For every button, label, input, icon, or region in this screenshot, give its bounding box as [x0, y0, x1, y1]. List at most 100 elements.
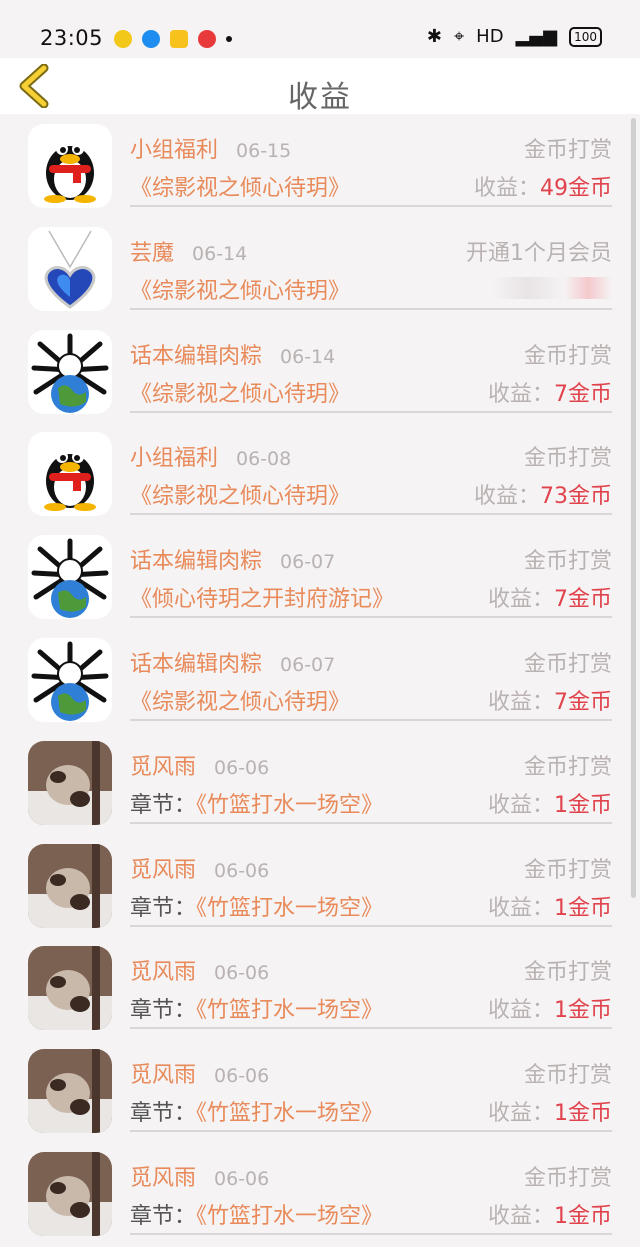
earnings-label: 收益： — [487, 998, 554, 1024]
earnings-label: 收益： — [473, 176, 540, 201]
earnings-label: 收益： — [487, 792, 554, 818]
earning-row[interactable]: 话本编辑肉粽 06-07 金币打赏 《倾心待玥之开封府游记》 收益：7金币 — [0, 527, 640, 630]
blurred-earnings — [492, 276, 612, 299]
status-bar: 23:05 ✱ ⌖ HD ▂▄▆ 100 — [0, 0, 640, 58]
book-title-text: 《竹篮打水一场空》 — [196, 1203, 384, 1229]
book-title[interactable]: 章节：《竹篮打水一场空》 — [130, 1198, 383, 1230]
earnings-label: 收益： — [487, 895, 554, 921]
date: 06-06 — [214, 859, 270, 882]
avatar[interactable] — [28, 637, 112, 722]
avatar[interactable] — [28, 226, 112, 311]
notification-app-icon — [114, 30, 132, 48]
avatar[interactable] — [28, 1151, 112, 1236]
avatar[interactable] — [28, 535, 112, 620]
book-title-text: 《竹篮打水一场空》 — [196, 998, 384, 1024]
avatar[interactable] — [28, 946, 112, 1031]
transaction-type: 金币打赏 — [523, 857, 612, 883]
avatar[interactable] — [28, 740, 112, 825]
book-title-text: 《综影视之倾心待玥》 — [130, 381, 351, 407]
book-title[interactable]: 章节：《竹篮打水一场空》 — [130, 992, 383, 1024]
more-notifications-icon — [226, 36, 232, 42]
earnings: 收益：73金币 — [474, 478, 612, 510]
earnings-label: 收益： — [487, 381, 554, 407]
earnings-list[interactable]: 小组福利 06-15 金币打赏 《综影视之倾心待玥》 收益：49金币 芸魔 06-1… — [0, 116, 640, 1247]
date: 06-15 — [236, 140, 292, 162]
earning-row[interactable]: 觅风雨 06-06 金币打赏 章节：《竹篮打水一场空》 收益：1金币 — [0, 836, 640, 939]
date: 06-07 — [280, 653, 336, 676]
earnings-amount: 7金币 — [554, 689, 612, 715]
divider — [130, 718, 612, 721]
chapter-prefix: 章节： — [130, 998, 197, 1024]
earning-row[interactable]: 觅风雨 06-06 金币打赏 章节：《竹篮打水一场空》 收益：1金币 — [0, 733, 640, 836]
avatar[interactable] — [28, 329, 112, 414]
earning-row[interactable]: 小组福利 06-08 金币打赏 《综影视之倾心待玥》 收益：73金币 — [0, 424, 640, 527]
earnings: 收益：7金币 — [488, 376, 612, 408]
date: 06-06 — [214, 962, 270, 985]
book-title[interactable]: 章节：《竹篮打水一场空》 — [130, 787, 383, 819]
divider — [130, 1130, 612, 1133]
earnings-amount: 1金币 — [554, 1203, 612, 1229]
date: 06-06 — [214, 756, 270, 779]
user-name: 觅风雨 06-06 — [130, 954, 269, 986]
earnings: 收益：1金币 — [488, 992, 612, 1024]
avatar[interactable] — [28, 843, 112, 928]
book-title[interactable]: 《倾心待玥之开封府游记》 — [130, 581, 394, 613]
user-name: 觅风雨 06-06 — [130, 749, 269, 781]
transaction-type: 金币打赏 — [523, 138, 612, 163]
earnings-amount: 1金币 — [554, 792, 612, 818]
divider — [130, 616, 612, 619]
earning-row[interactable]: 芸魔 06-14 开通1个月会员 《综影视之倾心待玥》 — [0, 219, 640, 322]
user-name: 觅风雨 06-06 — [130, 1160, 269, 1192]
book-title-text: 《综影视之倾心待玥》 — [130, 176, 351, 201]
earnings-amount: 7金币 — [554, 381, 612, 407]
user-name: 觅风雨 06-06 — [130, 1057, 269, 1089]
earning-row[interactable]: 觅风雨 06-06 金币打赏 章节：《竹篮打水一场空》 收益：1金币 — [0, 938, 640, 1041]
earnings-label: 收益： — [487, 1203, 554, 1229]
earnings: 收益：1金币 — [488, 890, 612, 922]
earnings-amount: 7金币 — [554, 587, 612, 613]
earnings: 收益：1金币 — [488, 787, 612, 819]
avatar[interactable] — [28, 1049, 112, 1134]
transaction-type: 金币打赏 — [523, 343, 612, 369]
book-title[interactable]: 《综影视之倾心待玥》 — [130, 376, 350, 408]
date: 06-08 — [236, 448, 292, 471]
earning-row[interactable]: 觅风雨 06-06 金币打赏 章节：《竹篮打水一场空》 收益：1金币 — [0, 1041, 640, 1144]
system-icons: ✱ ⌖ HD ▂▄▆ 100 — [427, 26, 602, 47]
book-title[interactable]: 章节：《竹篮打水一场空》 — [130, 890, 383, 922]
earning-row[interactable]: 觅风雨 06-06 金币打赏 章节：《竹篮打水一场空》 收益：1金币 — [0, 1144, 640, 1247]
earning-row[interactable]: 话本编辑肉粽 06-07 金币打赏 《综影视之倾心待玥》 收益：7金币 — [0, 630, 640, 733]
book-title[interactable]: 《综影视之倾心待玥》 — [130, 170, 350, 202]
scrollbar[interactable] — [631, 118, 636, 898]
earnings-amount: 49金币 — [540, 176, 612, 201]
transaction-type: 金币打赏 — [523, 960, 612, 986]
user-name: 小组福利 06-15 — [130, 132, 291, 164]
book-title[interactable]: 《综影视之倾心待玥》 — [130, 684, 350, 716]
earnings-label: 收益： — [487, 587, 554, 613]
book-title-text: 《综影视之倾心待玥》 — [130, 278, 351, 304]
status-time: 23:05 — [40, 26, 104, 50]
notification-app-icon — [142, 30, 160, 48]
user-name-text: 话本编辑肉粽 — [130, 549, 263, 575]
user-name-text: 觅风雨 — [130, 857, 197, 883]
chapter-prefix: 章节： — [130, 895, 197, 921]
transaction-type: 金币打赏 — [523, 754, 612, 780]
earnings-amount: 1金币 — [554, 895, 612, 921]
user-name-text: 小组福利 — [130, 446, 219, 472]
earning-row[interactable]: 小组福利 06-15 金币打赏 《综影视之倾心待玥》 收益：49金币 — [0, 116, 640, 219]
book-title[interactable]: 《综影视之倾心待玥》 — [130, 273, 350, 305]
date: 06-14 — [280, 345, 336, 368]
chapter-prefix: 章节： — [130, 1101, 197, 1127]
avatar[interactable] — [28, 432, 112, 517]
book-title-text: 《竹篮打水一场空》 — [196, 792, 384, 818]
notification-app-icon — [198, 30, 216, 48]
divider — [130, 513, 612, 516]
earning-row[interactable]: 话本编辑肉粽 06-14 金币打赏 《综影视之倾心待玥》 收益：7金币 — [0, 322, 640, 425]
chapter-prefix: 章节： — [130, 1203, 197, 1229]
book-title[interactable]: 章节：《竹篮打水一场空》 — [130, 1095, 383, 1127]
user-name: 话本编辑肉粽 06-07 — [130, 646, 335, 678]
earnings-amount: 1金币 — [554, 998, 612, 1024]
date: 06-07 — [280, 551, 336, 574]
user-name: 芸魔 06-14 — [130, 235, 247, 267]
avatar[interactable] — [28, 124, 112, 208]
book-title[interactable]: 《综影视之倾心待玥》 — [130, 478, 350, 510]
